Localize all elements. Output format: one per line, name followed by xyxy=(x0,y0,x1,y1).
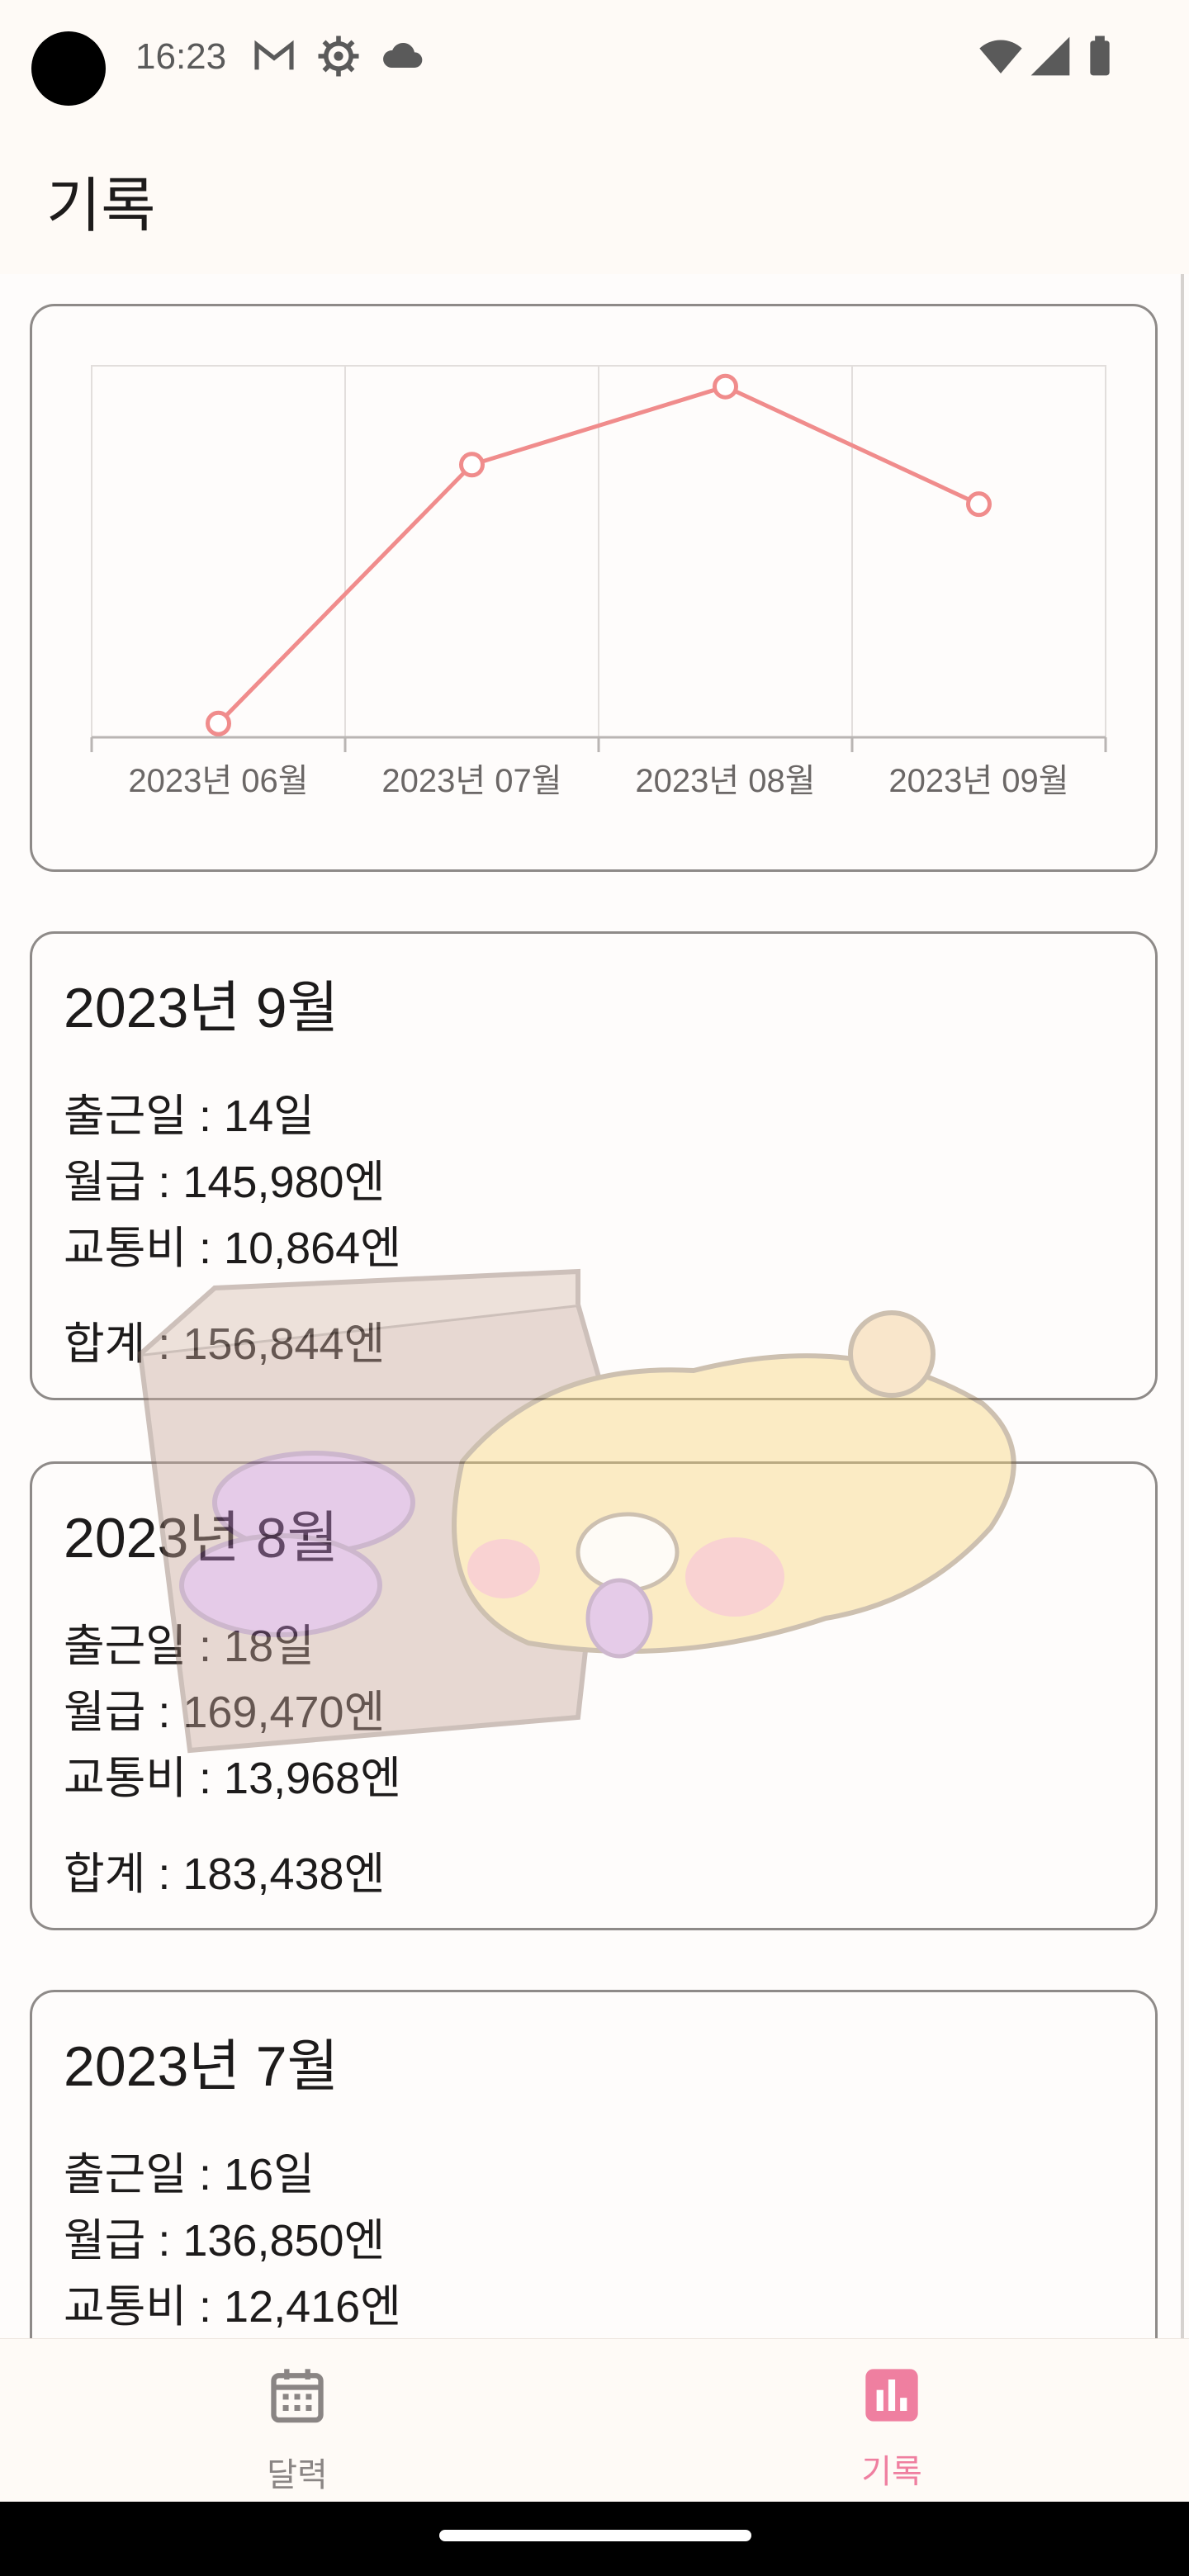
record-month: 2023년 9월 xyxy=(64,977,339,1039)
record-workdays: 출근일 : 16일 xyxy=(64,2150,315,2200)
signal-icon xyxy=(1030,36,1070,76)
page-title: 기록 xyxy=(46,173,156,239)
data-point xyxy=(459,452,485,478)
nav-item-calendar[interactable]: 달력 xyxy=(0,2339,594,2503)
gmail-icon xyxy=(254,40,294,70)
bar-chart-icon xyxy=(865,2369,918,2422)
x-tick-label: 2023년 06월 xyxy=(128,763,308,799)
settings-icon xyxy=(318,36,359,77)
home-gesture-handle[interactable] xyxy=(439,2530,751,2541)
status-bar: 16:23 xyxy=(0,0,1189,124)
x-tick-label: 2023년 08월 xyxy=(635,763,815,799)
record-card: 2023년 7월 출근일 : 16일 월급 : 136,850엔 교통비 : 1… xyxy=(30,1990,1158,2338)
data-point xyxy=(713,373,738,400)
record-salary: 월급 : 136,850엔 xyxy=(64,2216,386,2266)
camera-cutout xyxy=(31,31,106,106)
system-navigation-bar xyxy=(0,2502,1189,2576)
record-salary: 월급 : 145,980엔 xyxy=(64,1158,386,1207)
record-month: 2023년 7월 xyxy=(64,2035,339,2098)
status-time: 16:23 xyxy=(135,36,227,77)
bottom-navigation: 달력 기록 xyxy=(0,2338,1189,2503)
record-total: 합계 : 183,438엔 xyxy=(64,1849,386,1899)
monthly-total-line-chart: 2023년 06월 2023년 07월 2023년 08월 2023년 09월 xyxy=(90,365,1107,799)
chart-card: 2023년 06월 2023년 07월 2023년 08월 2023년 09월 xyxy=(30,304,1158,872)
data-point xyxy=(206,710,231,736)
x-tick-label: 2023년 07월 xyxy=(381,763,561,799)
calendar-icon xyxy=(271,2369,324,2423)
battery-icon xyxy=(1090,36,1110,76)
nav-label-calendar: 달력 xyxy=(267,2457,328,2493)
data-point xyxy=(966,491,992,518)
wifi-icon xyxy=(979,40,1022,73)
scrollbar[interactable] xyxy=(1181,274,1184,2338)
app-bar: 기록 xyxy=(0,124,1189,274)
record-transport: 교통비 : 12,416엔 xyxy=(64,2282,401,2332)
cat-illustration-watermark xyxy=(137,1268,1016,1754)
nav-item-records[interactable]: 기록 xyxy=(594,2339,1189,2503)
cloud-icon xyxy=(383,42,423,68)
x-tick-label: 2023년 09월 xyxy=(888,763,1068,799)
record-workdays: 출근일 : 14일 xyxy=(64,1091,315,1141)
nav-label-records: 기록 xyxy=(861,2454,922,2490)
